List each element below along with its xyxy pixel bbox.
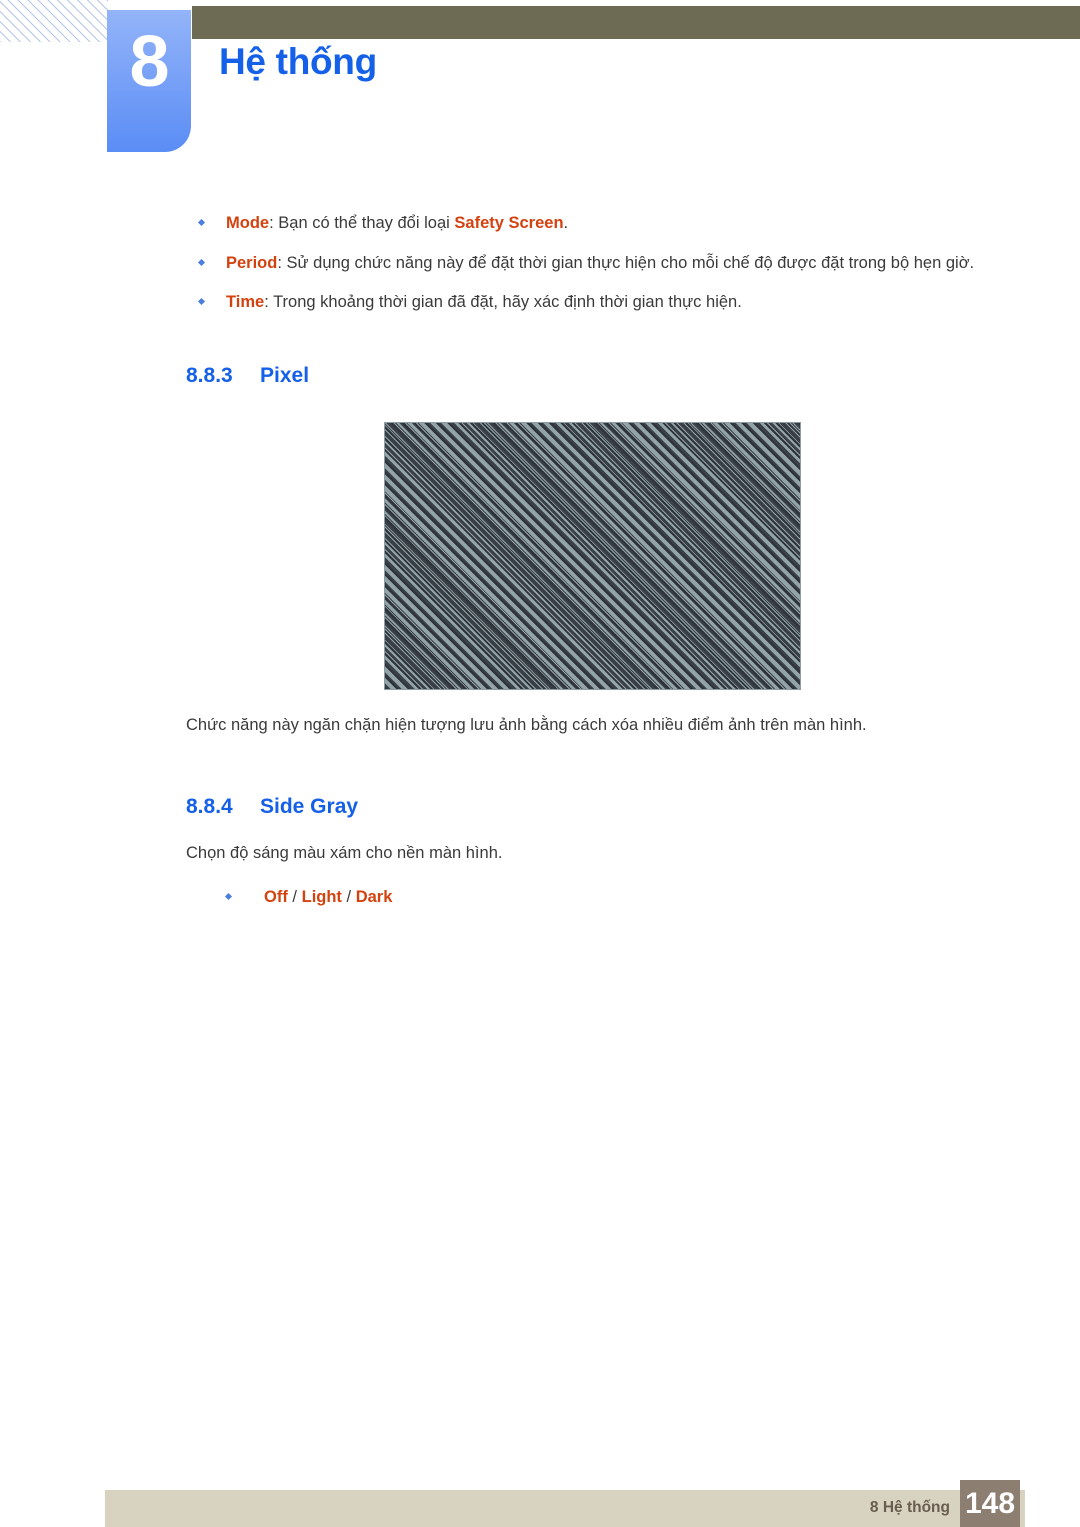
list-item: Mode: Bạn có thể thay đổi loại Safety Sc… — [186, 210, 998, 237]
list-item: Period: Sử dụng chức năng này để đặt thờ… — [186, 250, 998, 277]
bullet-term: Period — [226, 253, 278, 272]
chapter-number: 8 — [129, 22, 169, 102]
bullet-text-before: : Bạn có thể thay đổi loại — [269, 214, 455, 232]
section-title: Pixel — [260, 364, 310, 388]
intro-bullet-list: Mode: Bạn có thể thay đổi loại Safety Sc… — [186, 210, 998, 316]
header-bar — [192, 6, 1080, 39]
side-gray-body: Chọn độ sáng màu xám cho nền màn hình. — [186, 843, 503, 862]
bullet-term: Mode — [226, 214, 270, 232]
list-item: Off / Light / Dark — [186, 884, 998, 911]
pixel-caption: Chức năng này ngăn chặn hiện tượng lưu ả… — [186, 716, 867, 735]
corner-hatch-decoration — [0, 0, 108, 42]
bullet-text-before: : Trong khoảng thời gian đã đặt, hãy xác… — [264, 293, 742, 312]
section-number: 8.8.4 — [186, 794, 233, 818]
option-dark[interactable]: Dark — [356, 888, 393, 906]
bullet-marker-icon — [197, 218, 206, 227]
pixel-pattern-illustration — [383, 422, 801, 691]
bullet-term: Time — [226, 293, 265, 312]
bullet-text-before: : Sử dụng chức năng này để đặt thời gian… — [277, 253, 975, 272]
bullet-marker-icon — [197, 258, 206, 266]
side-gray-option-list: Off / Light / Dark — [186, 884, 998, 911]
pixel-figure-wrapper — [186, 422, 998, 691]
list-item: Time: Trong khoảng thời gian đã đặt, hãy… — [186, 289, 998, 316]
option-light[interactable]: Light — [302, 888, 342, 906]
section-number: 8.8.3 — [186, 364, 233, 388]
option-off[interactable]: Off — [264, 888, 288, 906]
bullet-marker-icon — [224, 892, 233, 900]
bullet-emphasis: Safety Screen — [454, 214, 564, 232]
page-number-badge: 148 — [960, 1480, 1020, 1527]
bullet-marker-icon — [197, 298, 206, 306]
section-title: Side Gray — [260, 794, 359, 818]
footer-bar: 8 Hệ thống — [105, 1490, 1025, 1527]
page-content: Mode: Bạn có thể thay đổi loại Safety Sc… — [186, 210, 998, 923]
page-title: Hệ thống — [219, 41, 377, 82]
section-heading-side-gray: 8.8.4 Side Gray — [186, 795, 998, 819]
bullet-text-after: . — [563, 214, 569, 232]
section-heading-pixel: 8.8.3 Pixel — [186, 364, 998, 388]
footer-label: 8 Hệ thống — [869, 1499, 950, 1516]
chapter-number-tab: 8 — [107, 10, 191, 152]
